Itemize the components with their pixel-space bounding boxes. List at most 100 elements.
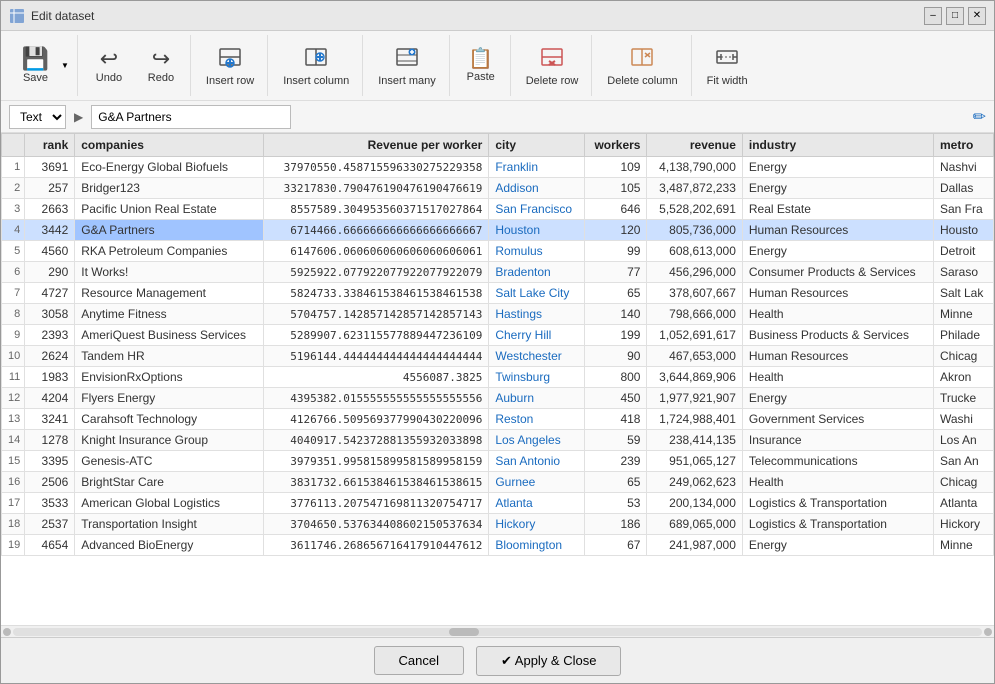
table-cell[interactable]: Bradenton: [489, 262, 584, 283]
table-row[interactable]: 74727Resource Management5824733.33846153…: [2, 283, 994, 304]
table-cell[interactable]: 5: [2, 241, 25, 262]
table-cell[interactable]: Telecommunications: [742, 451, 933, 472]
table-cell[interactable]: 37970550.458715596330275229358: [264, 157, 489, 178]
table-cell[interactable]: 4204: [25, 388, 75, 409]
table-cell[interactable]: Houston: [489, 220, 584, 241]
save-dropdown-button[interactable]: ▼: [58, 38, 73, 94]
table-cell[interactable]: Addison: [489, 178, 584, 199]
table-cell[interactable]: Hastings: [489, 304, 584, 325]
table-cell[interactable]: Real Estate: [742, 199, 933, 220]
table-cell[interactable]: Government Services: [742, 409, 933, 430]
col-header-revenue[interactable]: revenue: [647, 134, 742, 157]
table-cell[interactable]: San Francisco: [489, 199, 584, 220]
table-cell[interactable]: Resource Management: [75, 283, 264, 304]
delete-row-button[interactable]: Delete row: [517, 38, 588, 94]
table-cell[interactable]: 5925922.077922077922077922079: [264, 262, 489, 283]
table-cell[interactable]: 4126766.509569377990430220096: [264, 409, 489, 430]
table-cell[interactable]: 241,987,000: [647, 535, 742, 556]
table-cell[interactable]: Hickory: [934, 514, 994, 535]
table-cell[interactable]: 3: [2, 199, 25, 220]
maximize-button[interactable]: □: [946, 7, 964, 25]
apply-close-button[interactable]: ✔ Apply & Close: [476, 646, 621, 676]
table-cell[interactable]: 67: [584, 535, 647, 556]
horizontal-scrollbar[interactable]: [1, 625, 994, 637]
table-cell[interactable]: Minne: [934, 304, 994, 325]
table-cell[interactable]: Human Resources: [742, 283, 933, 304]
table-cell[interactable]: Consumer Products & Services: [742, 262, 933, 283]
table-cell[interactable]: Human Resources: [742, 346, 933, 367]
table-cell[interactable]: 4654: [25, 535, 75, 556]
table-cell[interactable]: 5,528,202,691: [647, 199, 742, 220]
table-cell[interactable]: Los An: [934, 430, 994, 451]
table-cell[interactable]: 2537: [25, 514, 75, 535]
table-row[interactable]: 13691Eco-Energy Global Biofuels37970550.…: [2, 157, 994, 178]
table-cell[interactable]: Health: [742, 472, 933, 493]
table-cell[interactable]: Akron: [934, 367, 994, 388]
col-header-metro[interactable]: metro: [934, 134, 994, 157]
table-cell[interactable]: Energy: [742, 157, 933, 178]
table-cell[interactable]: Chicag: [934, 346, 994, 367]
paste-button[interactable]: 📋 Paste: [456, 38, 506, 94]
delete-column-button[interactable]: Delete column: [598, 38, 686, 94]
col-header-revenue-per-worker[interactable]: Revenue per worker: [264, 134, 489, 157]
table-cell[interactable]: 6: [2, 262, 25, 283]
col-header-city[interactable]: city: [489, 134, 584, 157]
table-cell[interactable]: San An: [934, 451, 994, 472]
table-container[interactable]: rank companies Revenue per worker city w…: [1, 133, 994, 625]
table-cell[interactable]: 18: [2, 514, 25, 535]
table-cell[interactable]: 4040917.542372881355932033898: [264, 430, 489, 451]
table-cell[interactable]: Hickory: [489, 514, 584, 535]
table-cell[interactable]: 4560: [25, 241, 75, 262]
table-cell[interactable]: BrightStar Care: [75, 472, 264, 493]
table-cell[interactable]: 608,613,000: [647, 241, 742, 262]
filter-type-select[interactable]: Text: [9, 105, 66, 129]
table-cell[interactable]: 1983: [25, 367, 75, 388]
table-cell[interactable]: 3058: [25, 304, 75, 325]
table-cell[interactable]: Detroit: [934, 241, 994, 262]
table-cell[interactable]: 2393: [25, 325, 75, 346]
table-row[interactable]: 32663Pacific Union Real Estate8557589.30…: [2, 199, 994, 220]
table-cell[interactable]: 14: [2, 430, 25, 451]
table-cell[interactable]: 59: [584, 430, 647, 451]
table-row[interactable]: 6290It Works!5925922.0779220779220779220…: [2, 262, 994, 283]
table-cell[interactable]: 65: [584, 283, 647, 304]
table-cell[interactable]: Romulus: [489, 241, 584, 262]
table-cell[interactable]: 3611746.268656716417910447612: [264, 535, 489, 556]
table-row[interactable]: 162506BrightStar Care3831732.66153846153…: [2, 472, 994, 493]
table-cell[interactable]: 805,736,000: [647, 220, 742, 241]
table-cell[interactable]: Twinsburg: [489, 367, 584, 388]
table-cell[interactable]: 140: [584, 304, 647, 325]
table-cell[interactable]: Logistics & Transportation: [742, 514, 933, 535]
table-cell[interactable]: Energy: [742, 388, 933, 409]
table-cell[interactable]: Reston: [489, 409, 584, 430]
table-cell[interactable]: 646: [584, 199, 647, 220]
table-cell[interactable]: Westchester: [489, 346, 584, 367]
table-cell[interactable]: RKA Petroleum Companies: [75, 241, 264, 262]
table-cell[interactable]: 3831732.661538461538461538615: [264, 472, 489, 493]
table-row[interactable]: 141278Knight Insurance Group4040917.5423…: [2, 430, 994, 451]
insert-column-button[interactable]: Insert column: [274, 38, 358, 94]
table-cell[interactable]: 7: [2, 283, 25, 304]
table-cell[interactable]: Health: [742, 304, 933, 325]
table-cell[interactable]: 11: [2, 367, 25, 388]
table-cell[interactable]: 378,607,667: [647, 283, 742, 304]
insert-many-button[interactable]: Insert many: [369, 38, 444, 94]
table-cell[interactable]: Auburn: [489, 388, 584, 409]
table-cell[interactable]: 186: [584, 514, 647, 535]
table-cell[interactable]: 90: [584, 346, 647, 367]
table-cell[interactable]: Transportation Insight: [75, 514, 264, 535]
table-cell[interactable]: Energy: [742, 178, 933, 199]
table-cell[interactable]: 3442: [25, 220, 75, 241]
table-cell[interactable]: 798,666,000: [647, 304, 742, 325]
table-cell[interactable]: 15: [2, 451, 25, 472]
undo-button[interactable]: ↩ Undo: [84, 38, 134, 94]
table-cell[interactable]: 257: [25, 178, 75, 199]
table-cell[interactable]: 3395: [25, 451, 75, 472]
table-cell[interactable]: Anytime Fitness: [75, 304, 264, 325]
table-row[interactable]: 133241Carahsoft Technology4126766.509569…: [2, 409, 994, 430]
table-cell[interactable]: 8: [2, 304, 25, 325]
table-cell[interactable]: Carahsoft Technology: [75, 409, 264, 430]
col-header-companies[interactable]: companies: [75, 134, 264, 157]
table-cell[interactable]: Bridger123: [75, 178, 264, 199]
table-cell[interactable]: 19: [2, 535, 25, 556]
